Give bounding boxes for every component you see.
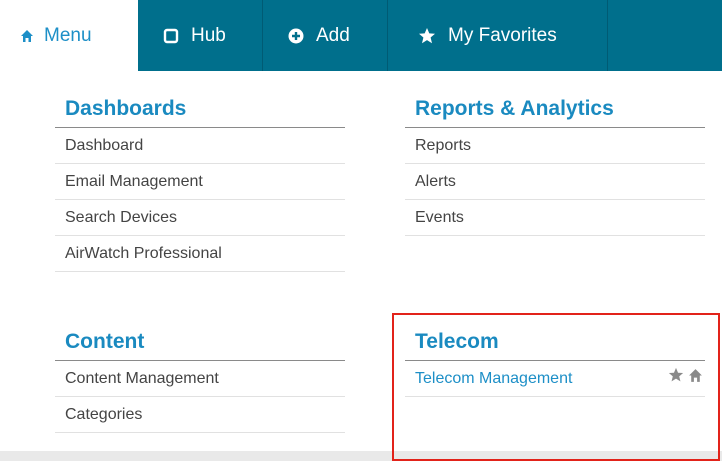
- section-dashboards: Dashboards Dashboard Email Management Se…: [55, 93, 345, 272]
- tab-add[interactable]: Add: [263, 0, 388, 71]
- section-title-content: Content: [55, 326, 345, 361]
- menu-item-dashboard[interactable]: Dashboard: [55, 128, 345, 164]
- tab-my-favorites-label: My Favorites: [448, 24, 557, 46]
- menu-item-reports[interactable]: Reports: [405, 128, 705, 164]
- star-icon: [418, 27, 436, 45]
- square-icon: [163, 28, 179, 44]
- menu-item-search-devices[interactable]: Search Devices: [55, 200, 345, 236]
- menu-item-email-management[interactable]: Email Management: [55, 164, 345, 200]
- tab-menu-label: Menu: [44, 24, 92, 46]
- section-title-dashboards: Dashboards: [55, 93, 345, 128]
- section-title-reports-analytics: Reports & Analytics: [405, 93, 705, 128]
- top-nav: Menu Hub Add My Favorites: [0, 0, 722, 71]
- section-content: Content Content Management Categories: [55, 326, 345, 433]
- menu-item-content-management[interactable]: Content Management: [55, 361, 345, 397]
- menu-item-categories[interactable]: Categories: [55, 397, 345, 433]
- home-icon: [20, 29, 34, 43]
- menu-item-airwatch-professional[interactable]: AirWatch Professional: [55, 236, 345, 272]
- tab-add-label: Add: [316, 24, 350, 46]
- tab-my-favorites[interactable]: My Favorites: [388, 0, 608, 71]
- tab-hub-label: Hub: [191, 24, 226, 46]
- plus-circle-icon: [288, 28, 304, 44]
- app-frame: Menu Hub Add My Favorites Dashboards Das…: [0, 0, 722, 461]
- menu-item-alerts[interactable]: Alerts: [405, 164, 705, 200]
- tab-menu[interactable]: Menu: [0, 0, 138, 71]
- section-reports-analytics: Reports & Analytics Reports Alerts Event…: [405, 93, 705, 236]
- tab-hub[interactable]: Hub: [138, 0, 263, 71]
- highlight-box: [392, 313, 720, 461]
- menu-item-events[interactable]: Events: [405, 200, 705, 236]
